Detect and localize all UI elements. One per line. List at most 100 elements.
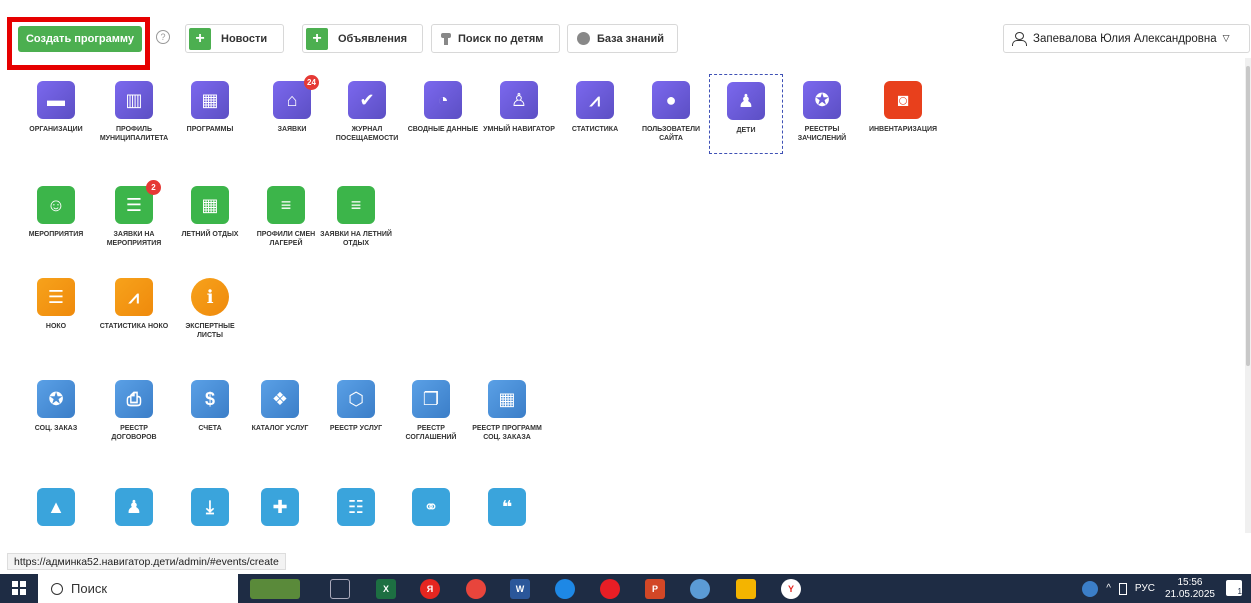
tile-label: СТАТИСТИКА НОКО: [99, 323, 169, 330]
tile-label: УМНЫЙ НАВИГАТОР: [483, 126, 555, 133]
lines-icon: ≡: [337, 186, 375, 224]
invoice-icon: $: [191, 380, 229, 418]
microscope-icon: ♙: [500, 81, 538, 119]
tile-organizations[interactable]: ▬ ОРГАНИЗАЦИИ: [19, 81, 93, 134]
help-icon[interactable]: ?: [156, 30, 170, 44]
tile-label: ПРОГРАММЫ: [186, 126, 234, 133]
excel-icon[interactable]: X: [376, 579, 396, 599]
handshake-icon: ⚭: [412, 488, 450, 526]
powerpoint-icon[interactable]: P: [645, 579, 665, 599]
windows-start-icon[interactable]: [12, 581, 26, 595]
yandex-browser-icon[interactable]: Y: [781, 579, 801, 599]
tile-add-user[interactable]: ✚: [243, 488, 317, 526]
language-indicator[interactable]: РУС: [1135, 583, 1155, 594]
area-chart-icon: ⩘: [115, 278, 153, 316]
clock-time: 15:56: [1177, 576, 1203, 588]
tile-label: ЗАЯВКИ: [277, 126, 307, 133]
copy-icon: ❐: [412, 380, 450, 418]
tile-label: ДЕТИ: [736, 127, 756, 134]
taskbar-search[interactable]: Поиск: [38, 574, 238, 603]
system-tray: ^ РУС 15:56 21.05.2025: [1082, 574, 1215, 603]
tile-event-applications[interactable]: ☰ 2 ЗАЯВКИ НА МЕРОПРИЯТИЯ: [97, 180, 171, 248]
tile-programs[interactable]: ▦ ПРОГРАММЫ: [173, 81, 247, 134]
contract-icon: ⎙: [115, 380, 153, 418]
tile-site-users[interactable]: ● ПОЛЬЗОВАТЕЛИ САЙТА: [634, 81, 708, 143]
tile-noko-statistics[interactable]: ⩘ СТАТИСТИКА НОКО: [97, 278, 171, 331]
area-chart-icon: ⩘: [576, 81, 614, 119]
dashboard-icon: ◔: [424, 81, 462, 119]
tile-table-list[interactable]: ☷: [319, 488, 393, 526]
ads-button[interactable]: + Объявления: [302, 24, 423, 53]
page-scrollbar[interactable]: [1245, 58, 1251, 533]
tile-education[interactable]: ▲: [19, 488, 93, 526]
network-app-icon[interactable]: [690, 579, 710, 599]
tile-invoices[interactable]: $ СЧЕТА: [173, 380, 247, 433]
battery-icon[interactable]: [1118, 582, 1127, 595]
tile-credit-registries[interactable]: ✪ РЕЕСТРЫ ЗАЧИСЛЕНИЙ: [785, 81, 859, 143]
tile-label: РЕЕСТР СОГЛАШЕНИЙ: [405, 425, 457, 441]
tile-applications[interactable]: ⌂ 24 ЗАЯВКИ: [255, 75, 329, 134]
lines-icon: ≡: [267, 186, 305, 224]
child-search-button[interactable]: Поиск по детям: [431, 24, 560, 53]
chrome-icon[interactable]: [466, 579, 486, 599]
tile-summer-rest[interactable]: ▦ ЛЕТНИЙ ОТДЫХ: [173, 186, 247, 239]
basket-icon: ⌂ 24: [273, 75, 319, 119]
tile-statistics[interactable]: ⩘ СТАТИСТИКА: [558, 81, 632, 134]
tile-children[interactable]: ♟ ДЕТИ: [709, 74, 783, 154]
edge-icon[interactable]: [555, 579, 575, 599]
news-button[interactable]: + Новости: [185, 24, 284, 53]
user-name: Запевалова Юлия Александровна: [1033, 32, 1217, 45]
opera-icon[interactable]: [600, 579, 620, 599]
briefcase-icon: ▬: [37, 81, 75, 119]
scrollbar-thumb[interactable]: [1246, 66, 1250, 366]
tile-label: ПРОФИЛЬ МУНИЦИПАЛИТЕТА: [99, 126, 169, 142]
tray-expand-icon[interactable]: ^: [1106, 583, 1111, 594]
tile-service-registry[interactable]: ⬡ РЕЕСТР УСЛУГ: [319, 380, 393, 433]
tile-summer-applications[interactable]: ≡ ЗАЯВКИ НА ЛЕТНИЙ ОТДЫХ: [319, 186, 393, 248]
download-icon: ⤓: [191, 488, 229, 526]
tile-noko[interactable]: ☰ НОКО: [19, 278, 93, 331]
tile-smart-navigator[interactable]: ♙ УМНЫЙ НАВИГАТОР: [482, 81, 556, 134]
tile-label: РЕЕСТР УСЛУГ: [329, 425, 383, 432]
certificate-icon: ✪: [803, 81, 841, 119]
word-icon[interactable]: W: [510, 579, 530, 599]
tile-label: СЧЕТА: [198, 425, 222, 432]
calendar-icon: ▦: [191, 81, 229, 119]
money-icon: ◙: [884, 81, 922, 119]
tile-label: КАТАЛОГ УСЛУГ: [251, 425, 309, 432]
tile-contracts-registry[interactable]: ⎙ РЕЕСТР ДОГОВОРОВ: [97, 380, 171, 442]
calendar-icon: ▦: [488, 380, 526, 418]
tile-camp-profiles[interactable]: ≡ ПРОФИЛИ СМЕН ЛАГЕРЕЙ: [249, 186, 323, 248]
tile-expert-sheets[interactable]: ℹ ЭКСПЕРТНЫЕ ЛИСТЫ: [173, 278, 247, 340]
tile-social-order[interactable]: ✪ СОЦ. ЗАКАЗ: [19, 380, 93, 433]
tile-service-catalog[interactable]: ❖ КАТАЛОГ УСЛУГ: [240, 380, 320, 433]
tile-agreements-registry[interactable]: ❐ РЕЕСТР СОГЛАШЕНИЙ: [394, 380, 468, 442]
help-tray-icon[interactable]: [1082, 580, 1099, 597]
tile-attendance-journal[interactable]: ✔ ЖУРНАЛ ПОСЕЩАЕМОСТИ: [330, 81, 404, 143]
file-explorer-icon[interactable]: [736, 579, 756, 599]
tile-import[interactable]: ⤓: [173, 488, 247, 526]
tile-municipality-profile[interactable]: ▥ ПРОФИЛЬ МУНИЦИПАЛИТЕТА: [97, 81, 171, 143]
tile-inventory[interactable]: ◙ ИНВЕНТАРИЗАЦИЯ: [866, 81, 940, 134]
tile-messages[interactable]: ❝: [470, 488, 544, 526]
tile-label: МЕРОПРИЯТИЯ: [28, 231, 84, 238]
child-icon: [441, 32, 451, 45]
task-view-icon[interactable]: [330, 579, 350, 599]
tile-partnership[interactable]: ⚭: [394, 488, 468, 526]
landscape-widget-icon[interactable]: [250, 579, 300, 599]
notifications-icon[interactable]: 1: [1226, 580, 1242, 596]
tile-events[interactable]: ☺ МЕРОПРИЯТИЯ: [19, 186, 93, 239]
tile-label: РЕЕСТР ДОГОВОРОВ: [111, 425, 157, 441]
info-icon: ℹ: [191, 278, 229, 316]
tile-social-programs-registry[interactable]: ▦ РЕЕСТР ПРОГРАММ СОЦ. ЗАКАЗА: [470, 380, 544, 442]
tile-label: СОЦ. ЗАКАЗ: [34, 425, 78, 432]
cubes-icon: ❖: [261, 380, 299, 418]
user-menu-button[interactable]: Запевалова Юлия Александровна ▽: [1003, 24, 1250, 53]
tile-children-2[interactable]: ♟: [97, 488, 171, 526]
child-search-label: Поиск по детям: [458, 32, 544, 45]
tile-summary-data[interactable]: ◔ СВОДНЫЕ ДАННЫЕ: [406, 81, 480, 134]
knowledge-base-button[interactable]: База знаний: [567, 24, 678, 53]
tile-label: СВОДНЫЕ ДАННЫЕ: [407, 126, 479, 133]
yandex-icon[interactable]: Я: [420, 579, 440, 599]
clock[interactable]: 15:56 21.05.2025: [1165, 577, 1215, 601]
